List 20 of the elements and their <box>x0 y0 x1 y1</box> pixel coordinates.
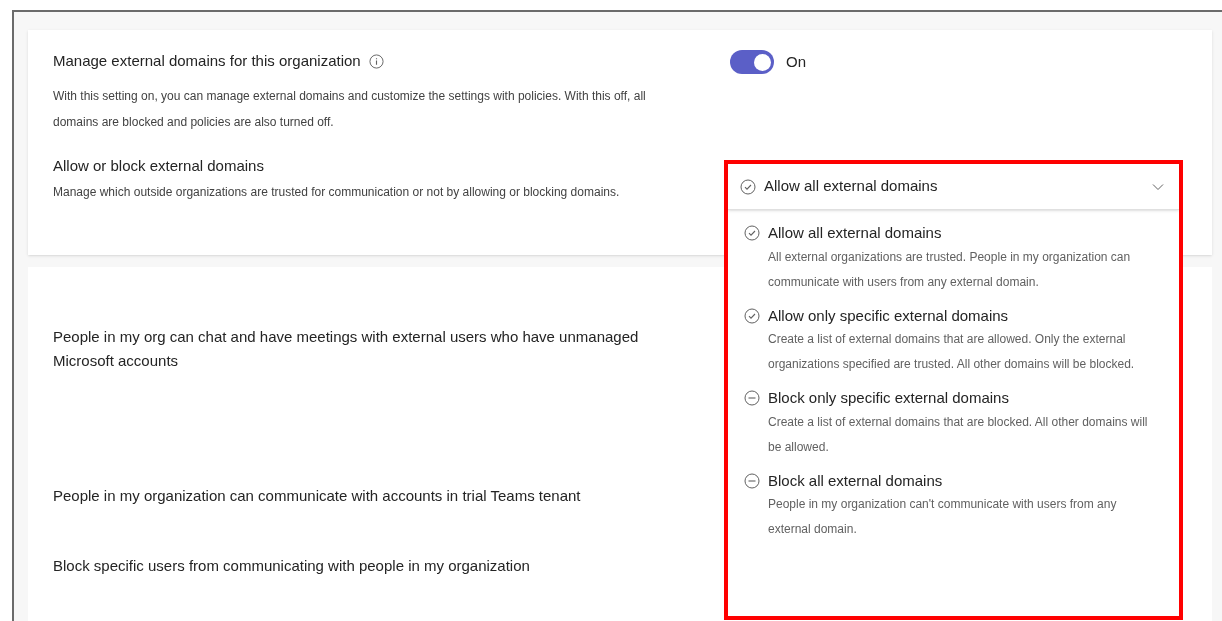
toggle-label: On <box>786 52 806 72</box>
setting-description: With this setting on, you can manage external domains and customize the settings with policies. With this off, all domains are blocked and policies are also turned off. <box>53 87 647 131</box>
check-circle-icon <box>740 178 756 195</box>
info-icon[interactable] <box>368 53 384 69</box>
check-circle-icon <box>744 307 760 324</box>
toggle-switch[interactable] <box>730 50 774 74</box>
setting-title: Block specific users from communicating with people in my organization <box>53 556 531 576</box>
setting-description: Manage which outside organizations are trusted for communication or not by allowing or blocking domains. <box>53 184 621 201</box>
setting-title: Allow or block external domains <box>53 155 265 176</box>
dropdown-option[interactable]: Block all external domains People in my organization can't communicate with users from any external domain. <box>744 469 1165 542</box>
minus-circle-icon <box>744 390 760 407</box>
dropdown-option[interactable]: Allow all external domains All external organizations are trusted. People in my organization can communicate with users from any external domain. <box>744 222 1165 295</box>
dropdown-option[interactable]: Block only specific external domains Create a list of external domains that are blocked. All other domains will be allowed. <box>744 387 1165 460</box>
check-circle-icon <box>744 225 760 242</box>
minus-circle-icon <box>744 472 760 489</box>
setting-title: People in my org can chat and have meetings with external users who have unmanaged Microsoft accounts <box>53 327 640 371</box>
setting-title: Manage external domains for this organization <box>53 51 361 71</box>
setting-title: People in my organization can communicate with accounts in trial Teams tenant <box>53 486 582 506</box>
dropdown-option[interactable]: Allow only specific external domains Create a list of external domains that are allowed. Only the external organizations specified are trusted. All other domains will be blocked. <box>744 304 1165 377</box>
dropdown-select[interactable]: Allow all external domains <box>728 164 1179 210</box>
